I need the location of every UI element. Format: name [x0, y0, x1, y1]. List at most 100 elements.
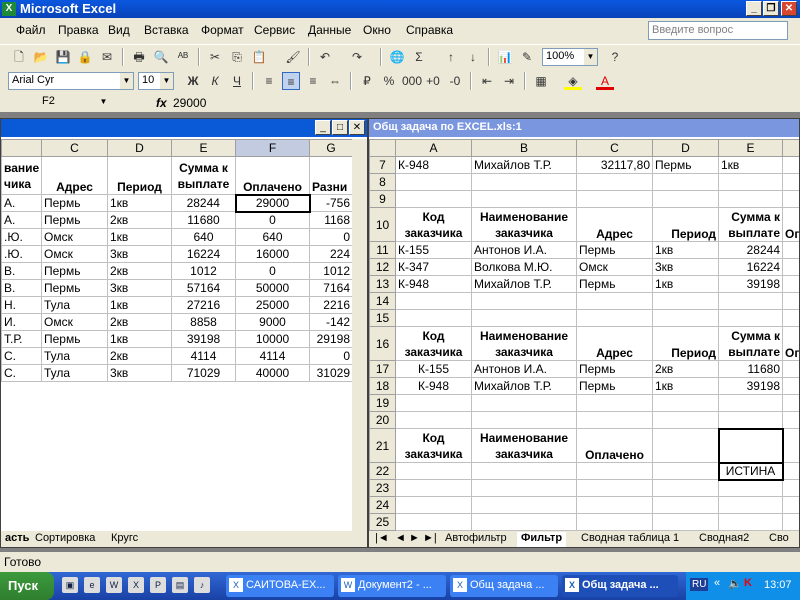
- cell[interactable]: 16000: [235, 245, 310, 263]
- cut-icon[interactable]: ✂: [206, 48, 224, 66]
- cell[interactable]: 2кв: [107, 313, 172, 331]
- increase-decimal-icon[interactable]: +0: [424, 72, 442, 90]
- antivirus-icon[interactable]: K: [744, 577, 752, 589]
- cell[interactable]: Антонов И.А.: [471, 241, 577, 259]
- row-header[interactable]: 18: [369, 377, 396, 395]
- cell[interactable]: Период: [652, 207, 719, 242]
- row-header[interactable]: 15: [369, 309, 396, 327]
- align-center-icon[interactable]: ≡: [282, 72, 300, 90]
- percent-icon[interactable]: %: [380, 72, 398, 90]
- row-header[interactable]: 14: [369, 292, 396, 310]
- cell[interactable]: [652, 462, 719, 480]
- cell[interactable]: Омск: [41, 228, 108, 246]
- cell[interactable]: Пермь: [41, 330, 108, 348]
- cell[interactable]: 4114: [171, 347, 236, 365]
- row-header[interactable]: 8: [369, 173, 396, 191]
- cell[interactable]: Н.: [1, 296, 42, 314]
- col-header[interactable]: D: [107, 139, 172, 157]
- cell[interactable]: [718, 309, 783, 327]
- cell[interactable]: Пермь: [652, 156, 719, 174]
- cell[interactable]: [782, 479, 799, 497]
- sheet-tab-active[interactable]: Фильтр: [517, 532, 567, 547]
- header-cell[interactable]: Адрес: [41, 156, 108, 195]
- cell[interactable]: Тула: [41, 364, 108, 382]
- cell[interactable]: С.: [1, 347, 42, 365]
- cell[interactable]: [576, 394, 653, 412]
- zoom-select[interactable]: 100% ▼: [542, 48, 598, 66]
- cell[interactable]: [718, 479, 783, 497]
- cell[interactable]: [782, 496, 799, 514]
- menu-help[interactable]: Справка: [406, 23, 453, 37]
- font-select[interactable]: Arial Cyr ▼: [8, 72, 134, 90]
- cell[interactable]: [576, 173, 653, 191]
- cell[interactable]: Оп: [782, 326, 799, 361]
- cell[interactable]: [395, 496, 472, 514]
- cell[interactable]: Омск: [41, 245, 108, 263]
- cell[interactable]: 11680: [171, 211, 236, 229]
- cell[interactable]: 3кв: [107, 279, 172, 297]
- cell[interactable]: К-948: [395, 156, 472, 174]
- col-header[interactable]: G: [309, 139, 353, 157]
- close-button[interactable]: ✕: [781, 1, 797, 16]
- cell[interactable]: 11680: [718, 360, 783, 378]
- window-close-button[interactable]: ✕: [349, 120, 365, 135]
- media-icon[interactable]: ♪: [194, 577, 210, 593]
- row-header[interactable]: 23: [369, 479, 396, 497]
- cell[interactable]: [576, 411, 653, 429]
- row-header[interactable]: 25: [369, 513, 396, 531]
- spelling-icon[interactable]: ᴬᴮ: [174, 48, 192, 66]
- font-color-icon[interactable]: A: [596, 72, 614, 90]
- sheet-tab[interactable]: Сводная таблица 1: [577, 532, 683, 547]
- cell[interactable]: [782, 275, 799, 293]
- cell[interactable]: Михайлов Т.Р.: [471, 275, 577, 293]
- redo-icon[interactable]: ↷: [348, 48, 366, 66]
- cell[interactable]: Тула: [41, 296, 108, 314]
- cell[interactable]: 9000: [235, 313, 310, 331]
- cell[interactable]: 27216: [171, 296, 236, 314]
- cell[interactable]: [718, 292, 783, 310]
- new-icon[interactable]: 🗋: [10, 48, 28, 66]
- cell[interactable]: [395, 513, 472, 531]
- row-header[interactable]: 20: [369, 411, 396, 429]
- cell[interactable]: [652, 411, 719, 429]
- row-header[interactable]: 10: [369, 207, 396, 242]
- col-header[interactable]: E: [171, 139, 236, 157]
- cell[interactable]: [652, 479, 719, 497]
- col-header[interactable]: C: [41, 139, 108, 157]
- row-header[interactable]: 22: [369, 462, 396, 480]
- cell[interactable]: В.: [1, 262, 42, 280]
- cell[interactable]: Оплачено: [576, 428, 653, 463]
- align-left-icon[interactable]: ≡: [260, 72, 278, 90]
- row-header[interactable]: 21: [369, 428, 396, 463]
- cell[interactable]: [782, 156, 799, 174]
- cell[interactable]: [652, 513, 719, 531]
- cell[interactable]: 1кв: [107, 296, 172, 314]
- menu-tools[interactable]: Сервис: [254, 23, 295, 37]
- cell[interactable]: А.: [1, 211, 42, 229]
- menu-edit[interactable]: Правка: [58, 23, 99, 37]
- start-button[interactable]: Пуск: [0, 572, 54, 600]
- cell[interactable]: Сумма к выплате: [718, 326, 783, 361]
- cell[interactable]: 640: [235, 228, 310, 246]
- cell[interactable]: [471, 394, 577, 412]
- language-indicator[interactable]: RU: [690, 578, 709, 591]
- cell[interactable]: [471, 411, 577, 429]
- task-button-active[interactable]: X Общ задача ...: [562, 575, 678, 597]
- col-header[interactable]: E: [718, 139, 783, 157]
- cell[interactable]: 71029: [171, 364, 236, 382]
- cell[interactable]: 2кв: [107, 262, 172, 280]
- currency-icon[interactable]: ₽: [358, 72, 376, 90]
- desktop-icon[interactable]: ▣: [62, 577, 78, 593]
- cell[interactable]: [395, 190, 472, 208]
- underline-button[interactable]: Ч: [228, 72, 246, 90]
- cell[interactable]: Код заказчика: [395, 207, 472, 242]
- copy-icon[interactable]: ⎘: [228, 48, 246, 66]
- cell[interactable]: 4114: [235, 347, 310, 365]
- cell[interactable]: 39198: [171, 330, 236, 348]
- cell[interactable]: Омск: [41, 313, 108, 331]
- col-header[interactable]: A: [395, 139, 472, 157]
- paste-icon[interactable]: 📋: [250, 48, 268, 66]
- cell[interactable]: Т.Р.: [1, 330, 42, 348]
- font-size-select[interactable]: 10 ▼: [138, 72, 174, 90]
- task-button[interactable]: X САИТОВА-EX...: [226, 575, 334, 597]
